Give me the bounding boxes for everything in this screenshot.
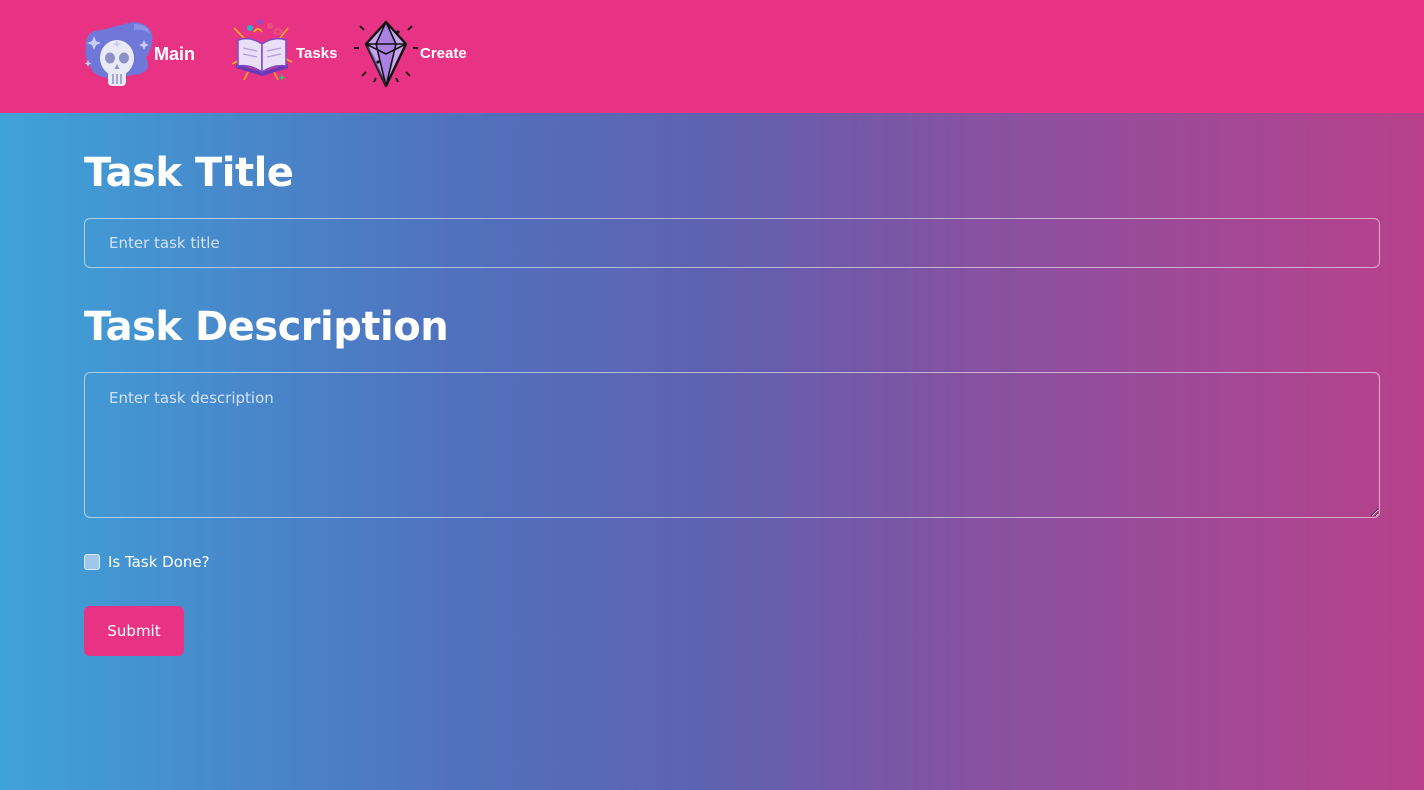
task-done-label[interactable]: Is Task Done? [108,553,210,571]
skull-icon [84,22,153,86]
nav-link-main[interactable]: Main [82,18,195,90]
nav-label-create: Create [420,44,467,62]
nav-link-create[interactable]: Create [354,18,467,88]
submit-button[interactable]: Submit [84,606,184,656]
nav-label-tasks: Tasks [296,44,338,62]
task-done-row: Is Task Done? [84,553,210,571]
task-title-heading: Task Title [84,150,294,196]
task-done-checkbox[interactable] [84,554,100,570]
navbar: Main Tasks Create [0,0,1424,113]
nav-link-tasks[interactable]: Tasks [230,18,337,88]
crystal-icon [354,20,418,88]
task-title-input[interactable] [84,218,1380,268]
task-description-heading: Task Description [84,304,449,350]
task-description-input[interactable] [84,372,1380,518]
spellbook-icon [231,19,293,81]
nav-label-main: Main [154,43,196,64]
